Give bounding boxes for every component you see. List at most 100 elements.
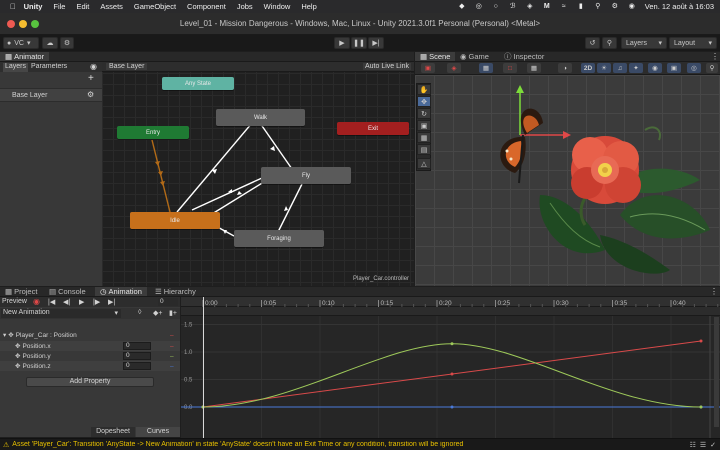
tab-console[interactable]: ▤ Console — [44, 287, 91, 296]
tab-project[interactable]: ▦ Project — [0, 287, 42, 296]
status-battery-icon[interactable]: ▮ — [577, 3, 585, 10]
state-any-state[interactable]: Any State — [162, 77, 234, 90]
effects-button[interactable]: ✦ — [629, 63, 643, 73]
services-button[interactable]: ⚙ — [60, 37, 74, 49]
first-key-button[interactable]: |◀ — [48, 298, 55, 306]
add-property-button[interactable]: Add Property — [26, 377, 154, 387]
last-key-button[interactable]: ▶| — [108, 298, 115, 306]
hidden-objects-button[interactable]: ◉ — [648, 63, 662, 73]
light-toggle-button[interactable]: ☀ — [597, 63, 611, 73]
expand-arrow-icon[interactable]: ▾ — [3, 331, 6, 339]
state-walk[interactable]: Walk — [216, 109, 305, 126]
search-button[interactable]: ⚲ — [602, 37, 617, 49]
status-control-icon[interactable]: ⚙ — [611, 3, 619, 10]
layout-dropdown[interactable]: Layout ▾ — [669, 37, 717, 49]
increment-snap-button[interactable]: ▦ — [527, 63, 541, 73]
status-wifi-icon[interactable]: ≈ — [560, 3, 568, 10]
state-fly[interactable]: Fly — [261, 167, 351, 184]
tab-hierarchy[interactable]: ☰ Hierarchy — [150, 287, 201, 296]
menu-edit[interactable]: Edit — [76, 2, 89, 11]
hierarchy-status-icon[interactable]: ☰ — [700, 441, 706, 449]
camera-button[interactable]: ▣ — [667, 63, 681, 73]
property-row-y[interactable]: ✥ Position.y 0 – — [0, 351, 180, 361]
tab-dopesheet[interactable]: Dopesheet — [91, 427, 135, 437]
state-foraging[interactable]: Foraging — [234, 230, 324, 247]
filter-keys-icon[interactable]: ◊ — [138, 309, 141, 316]
status-ring-icon[interactable]: ○ — [492, 3, 500, 10]
apple-icon[interactable]:  — [10, 2, 16, 11]
status-unity-icon[interactable]: ◆ — [458, 3, 466, 10]
layer-row[interactable]: Base Layer ⚙ — [0, 88, 102, 102]
play-button[interactable]: ▶ — [334, 37, 350, 49]
tab-curves[interactable]: Curves — [136, 427, 180, 437]
scene-search-button[interactable]: ⚲ — [706, 63, 718, 73]
state-entry[interactable]: Entry — [117, 126, 189, 139]
record-button[interactable]: ◉ — [33, 297, 40, 306]
status-dropbox-icon[interactable]: ◈ — [526, 3, 534, 10]
curve-graph[interactable]: 0:00 0:05 0:10 0:15 0:20 0:25 0:30 0:35 0:40 1.5 1… — [181, 297, 720, 438]
eye-icon[interactable]: ◉ — [90, 62, 97, 71]
property-row-x[interactable]: ✥ Position.x 0 – — [0, 341, 180, 351]
tab-scene[interactable]: ▦ Scene — [415, 52, 456, 61]
tab-animation[interactable]: ◷ Animation — [95, 287, 147, 296]
tab-layers[interactable]: Layers — [3, 63, 29, 72]
curve-editor[interactable]: 0:00 0:05 0:10 0:15 0:20 0:25 0:30 0:35 0:40 1.5 1… — [181, 297, 720, 438]
animator-graph[interactable]: Base Layer Auto Live Link Any State Entr… — [102, 62, 414, 286]
status-siri-icon[interactable]: ◉ — [628, 3, 636, 10]
prev-key-button[interactable]: ◀| — [63, 298, 70, 306]
status-message[interactable]: Asset 'Player_Car': Transition 'AnyState… — [12, 441, 463, 448]
add-layer-button[interactable]: + — [88, 73, 94, 84]
status-bluetooth-icon[interactable]: ℬ — [509, 3, 517, 10]
more-options-icon[interactable]: ⋮ — [710, 287, 718, 296]
mode-2d-button[interactable]: 2D — [581, 63, 595, 73]
layer-settings-icon[interactable]: ⚙ — [87, 90, 94, 99]
property-row-z[interactable]: ✥ Position.z 0 – — [0, 361, 180, 371]
menu-help[interactable]: Help — [301, 2, 316, 11]
tab-game[interactable]: ◉ Game — [455, 52, 494, 61]
tab-inspector[interactable]: ⓘ Inspector — [499, 52, 549, 61]
shading-button[interactable]: ◈ — [447, 63, 461, 73]
menu-gameobject[interactable]: GameObject — [134, 2, 176, 11]
scene-view[interactable]: ✋ ✥ ↻ ▣ ▦ ▤ △ — [415, 75, 720, 286]
cache-icon[interactable]: ☷ — [690, 441, 696, 449]
transition-fly-foraging[interactable] — [277, 183, 303, 233]
layers-dropdown[interactable]: Layers ▾ — [621, 37, 667, 49]
frame-field[interactable]: 0 — [158, 298, 178, 306]
menu-assets[interactable]: Assets — [100, 2, 123, 11]
menu-jobs[interactable]: Jobs — [237, 2, 253, 11]
menu-component[interactable]: Component — [187, 2, 226, 11]
draw-mode-button[interactable]: ▣ — [421, 63, 435, 73]
menu-app-name[interactable]: Unity — [24, 2, 43, 11]
account-dropdown[interactable]: ● VC ▾ — [3, 37, 39, 49]
property-value-x[interactable]: 0 — [123, 342, 151, 350]
status-search-icon[interactable]: ⚲ — [594, 3, 602, 10]
state-idle[interactable]: Idle — [130, 212, 220, 229]
preview-button[interactable]: Preview — [2, 298, 27, 305]
property-value-y[interactable]: 0 — [123, 352, 151, 360]
menubar-clock[interactable]: Ven. 12 août à 16:03 — [645, 2, 714, 11]
tab-parameters[interactable]: Parameters — [31, 63, 67, 72]
menu-file[interactable]: File — [53, 2, 65, 11]
lighting-button[interactable]: ◑ — [558, 63, 572, 73]
state-exit[interactable]: Exit — [337, 122, 409, 135]
audio-toggle-button[interactable]: ♫ — [613, 63, 627, 73]
tab-animator[interactable]: ▦ Animator — [0, 52, 50, 61]
history-button[interactable]: ↺ — [585, 37, 600, 49]
status-m-icon[interactable]: M — [543, 3, 551, 10]
gizmos-button[interactable]: ◎ — [687, 63, 701, 73]
playhead[interactable] — [203, 297, 204, 438]
snap-button[interactable]: □ — [503, 63, 517, 73]
status-target-icon[interactable]: ◎ — [475, 3, 483, 10]
add-event-icon[interactable]: ▮+ — [169, 309, 177, 317]
clip-dropdown[interactable]: New Animation ▾ — [1, 309, 121, 318]
property-group-row[interactable]: ▾ ✥ Player_Car : Position – — [0, 330, 180, 340]
grid-button[interactable]: ▦ — [479, 63, 493, 73]
more-options-icon[interactable]: ⋮ — [711, 52, 719, 61]
pause-button[interactable]: ❚❚ — [351, 37, 367, 49]
play-animation-button[interactable]: ▶ — [79, 298, 84, 306]
cloud-button[interactable]: ☁ — [42, 37, 58, 49]
ok-icon[interactable]: ✓ — [710, 441, 716, 449]
menu-window[interactable]: Window — [264, 2, 291, 11]
transition-walk-fly[interactable] — [259, 122, 293, 170]
step-button[interactable]: ▶| — [368, 37, 384, 49]
